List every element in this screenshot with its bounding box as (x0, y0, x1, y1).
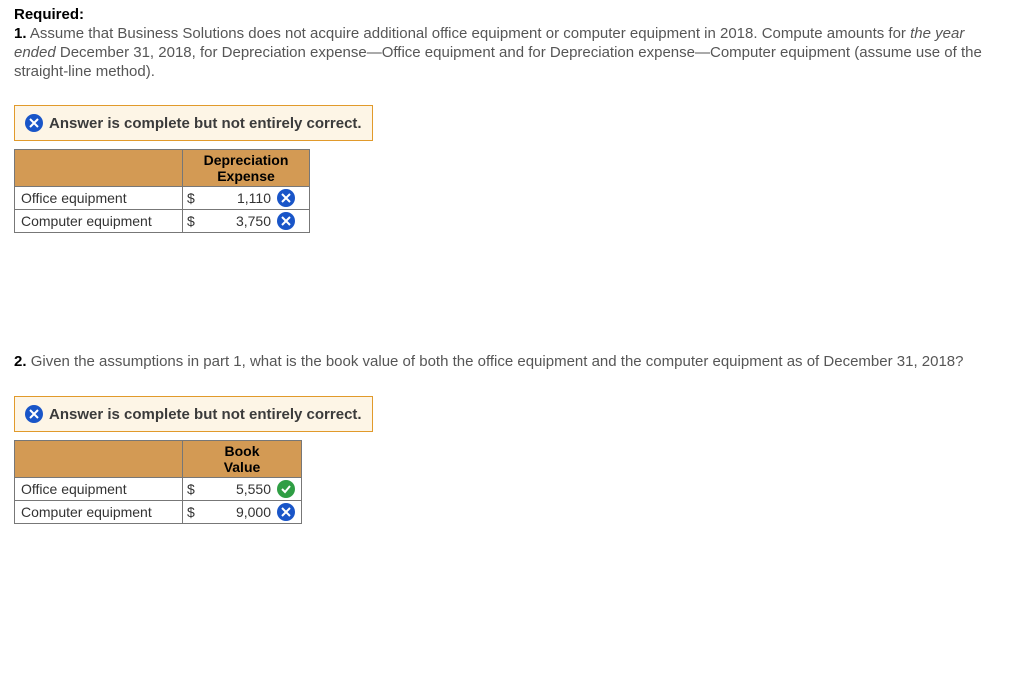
row-status (275, 501, 302, 524)
table-blank-header (15, 441, 183, 478)
cross-icon (25, 114, 43, 132)
table-row: Office equipment $ 5,550 (15, 478, 302, 501)
required-heading: Required: (14, 6, 1010, 23)
table-row: Office equipment $ 1,110 (15, 187, 310, 210)
question-2: 2. Given the assumptions in part 1, what… (14, 353, 1010, 372)
row-currency: $ (183, 210, 208, 233)
row-currency: $ (183, 501, 208, 524)
row-currency: $ (183, 478, 208, 501)
cross-icon (277, 503, 295, 521)
depreciation-table: Depreciation Expense Office equipment $ … (14, 149, 310, 233)
q1-text-b: December 31, 2018, for Depreciation expe… (14, 44, 982, 80)
q2-text: Given the assumptions in part 1, what is… (31, 353, 964, 370)
cross-icon (277, 212, 295, 230)
table-row: Computer equipment $ 3,750 (15, 210, 310, 233)
q1-text-a: Assume that Business Solutions does not … (30, 25, 910, 42)
alert-text: Answer is complete but not entirely corr… (49, 115, 362, 132)
q2-number: 2. (14, 353, 27, 370)
cross-icon (277, 189, 295, 207)
cross-icon (25, 405, 43, 423)
row-status (275, 478, 302, 501)
row-amount: 5,550 (207, 478, 275, 501)
feedback-alert-1: Answer is complete but not entirely corr… (14, 105, 373, 141)
table-header: Depreciation Expense (183, 150, 310, 187)
row-status (275, 187, 310, 210)
check-icon (277, 480, 295, 498)
table-blank-header (15, 150, 183, 187)
row-currency: $ (183, 187, 208, 210)
row-amount: 1,110 (207, 187, 275, 210)
feedback-alert-2: Answer is complete but not entirely corr… (14, 396, 373, 432)
row-label: Computer equipment (15, 210, 183, 233)
row-label: Office equipment (15, 187, 183, 210)
table-header: Book Value (183, 441, 302, 478)
row-amount: 3,750 (207, 210, 275, 233)
row-label: Office equipment (15, 478, 183, 501)
table-row: Computer equipment $ 9,000 (15, 501, 302, 524)
row-label: Computer equipment (15, 501, 183, 524)
row-status (275, 210, 310, 233)
alert-text: Answer is complete but not entirely corr… (49, 406, 362, 423)
q1-number: 1. (14, 25, 27, 42)
question-1: 1. Assume that Business Solutions does n… (14, 25, 1010, 81)
book-value-table: Book Value Office equipment $ 5,550 Comp… (14, 440, 302, 524)
row-amount: 9,000 (207, 501, 275, 524)
